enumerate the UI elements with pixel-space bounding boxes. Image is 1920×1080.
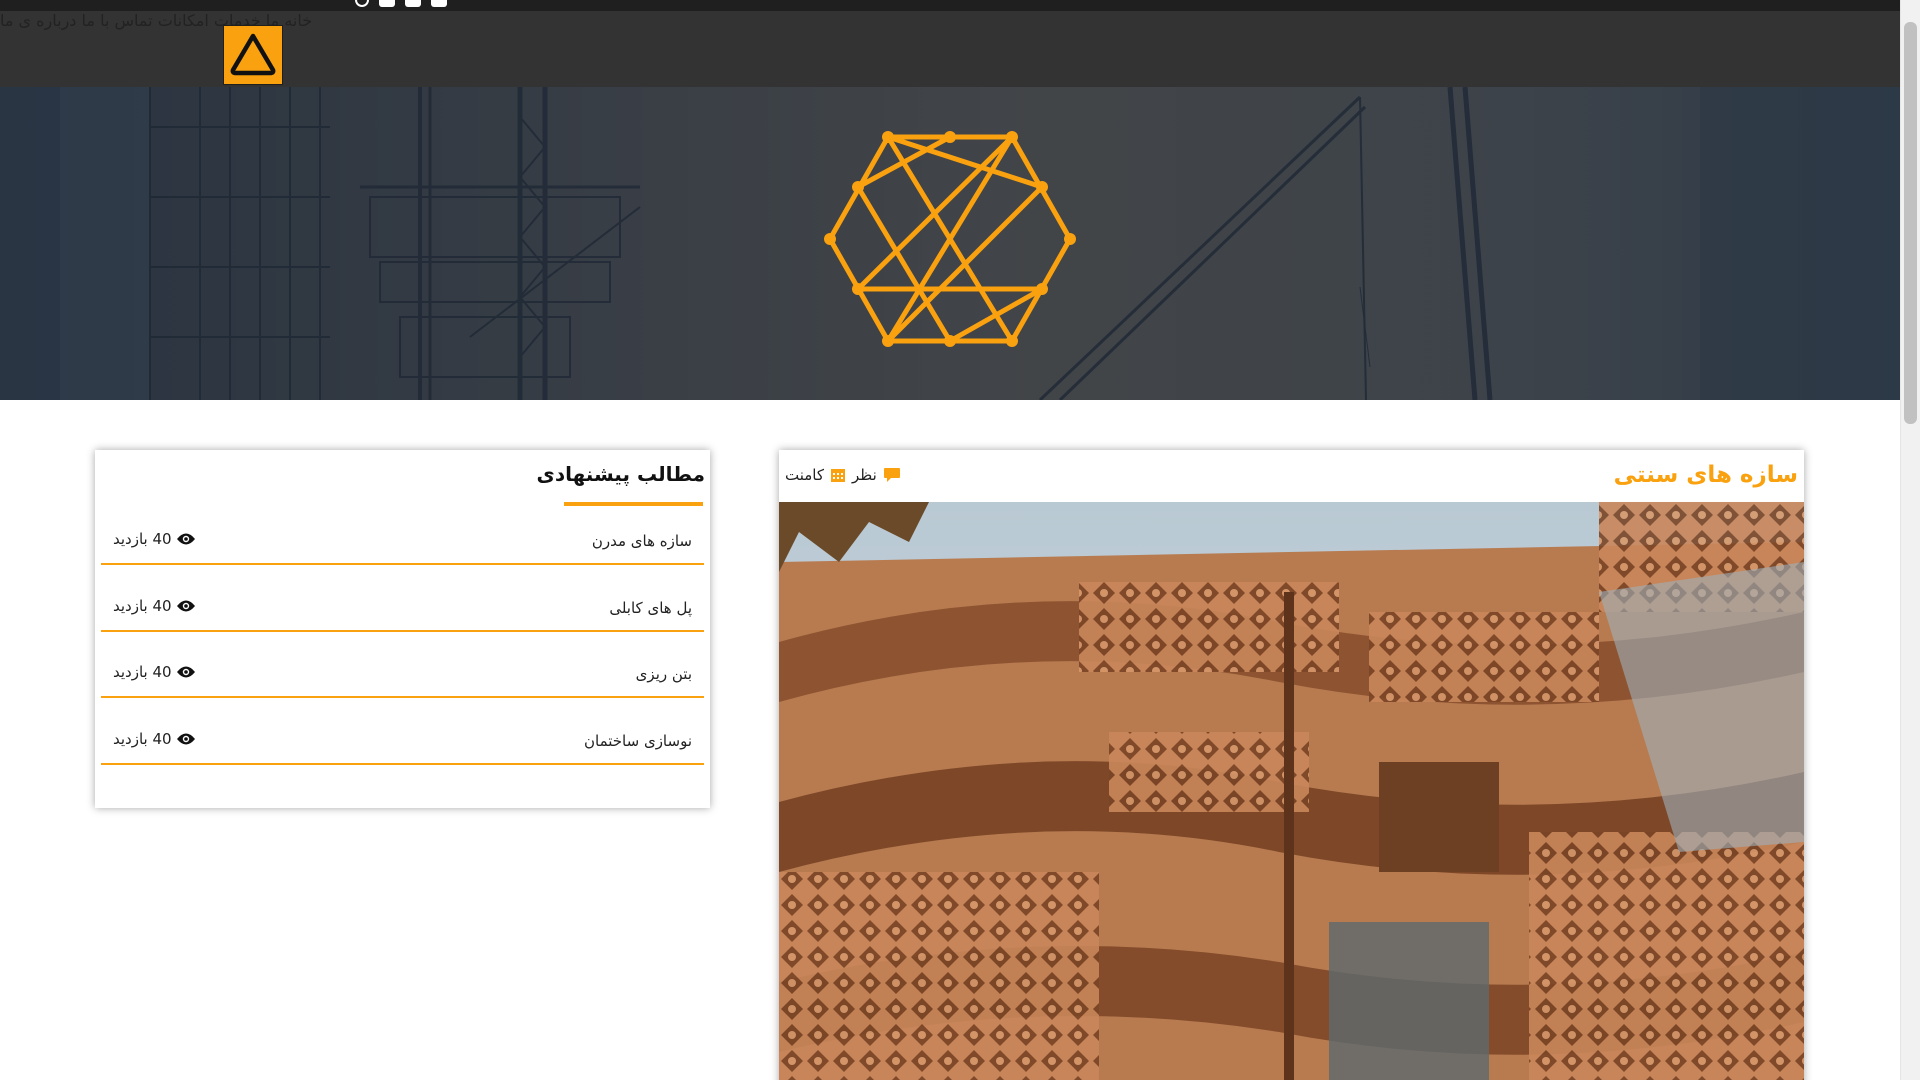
comment-icon bbox=[883, 468, 900, 482]
post-card: سازه های سنتی نظر کامنت bbox=[779, 450, 1804, 1080]
nav-item-facilities[interactable]: امکانات bbox=[158, 11, 209, 30]
view-count-text: 40 بازدید bbox=[113, 663, 172, 681]
eye-icon bbox=[176, 533, 195, 545]
suggested-post-name[interactable]: بتن ریزی bbox=[636, 665, 692, 683]
post-comment-label: نظر bbox=[852, 466, 877, 484]
suggested-posts-panel: مطالب پیشنهادی سازه های مدرن 40 بازدید پ… bbox=[95, 450, 710, 808]
suggested-post-name[interactable]: سازه های مدرن bbox=[592, 532, 692, 550]
list-item[interactable]: بتن ریزی 40 بازدید bbox=[101, 653, 704, 698]
eye-icon bbox=[176, 666, 195, 678]
nav-item-about[interactable]: درباره ی ما bbox=[0, 11, 76, 30]
view-count: 40 بازدید bbox=[113, 597, 196, 615]
post-title[interactable]: سازه های سنتی bbox=[1614, 462, 1798, 488]
top-strip bbox=[0, 0, 1900, 11]
calendar-icon bbox=[831, 469, 846, 482]
view-count: 40 بازدید bbox=[113, 730, 196, 748]
hexagon-network-icon bbox=[824, 131, 1076, 347]
main-nav: خانه ما خدمات امکانات تماس با ما درباره … bbox=[0, 11, 1900, 30]
navbar: خانه ما خدمات امکانات تماس با ما درباره … bbox=[0, 11, 1900, 87]
site-logo[interactable] bbox=[223, 25, 283, 85]
linkedin-icon[interactable] bbox=[405, 0, 421, 7]
scrollbar-thumb[interactable] bbox=[1904, 22, 1917, 424]
instagram-icon[interactable] bbox=[355, 0, 369, 7]
view-count: 40 بازدید bbox=[113, 530, 196, 548]
suggested-post-name[interactable]: پل های کابلی bbox=[609, 599, 692, 617]
suggested-post-name[interactable]: نوسازی ساختمان bbox=[584, 732, 692, 750]
list-item[interactable]: سازه های مدرن 40 بازدید bbox=[101, 520, 704, 565]
page-scrollbar[interactable] bbox=[1900, 0, 1920, 1080]
eye-icon bbox=[176, 733, 195, 745]
traditional-building-facade-image bbox=[779, 502, 1804, 1080]
hero-banner bbox=[0, 87, 1900, 400]
post-meta: نظر کامنت bbox=[785, 466, 901, 484]
title-underline bbox=[564, 502, 703, 506]
post-comments-text: کامنت bbox=[785, 466, 825, 484]
list-item[interactable]: پل های کابلی 40 بازدید bbox=[101, 587, 704, 632]
view-count: 40 بازدید bbox=[113, 663, 196, 681]
view-count-text: 40 بازدید bbox=[113, 597, 172, 615]
social-links bbox=[355, 0, 447, 7]
warning-triangle-icon bbox=[230, 33, 276, 76]
eye-icon bbox=[176, 600, 195, 612]
list-item[interactable]: نوسازی ساختمان 40 بازدید bbox=[101, 720, 704, 765]
view-count-text: 40 بازدید bbox=[113, 730, 172, 748]
youtube-icon[interactable] bbox=[379, 0, 395, 7]
view-count-text: 40 بازدید bbox=[113, 530, 172, 548]
post-image[interactable] bbox=[779, 502, 1804, 1080]
nav-item-contact[interactable]: تماس با ما bbox=[82, 11, 153, 30]
suggested-posts-title: مطالب پیشنهادی bbox=[536, 462, 705, 486]
facebook-icon[interactable] bbox=[431, 0, 447, 7]
